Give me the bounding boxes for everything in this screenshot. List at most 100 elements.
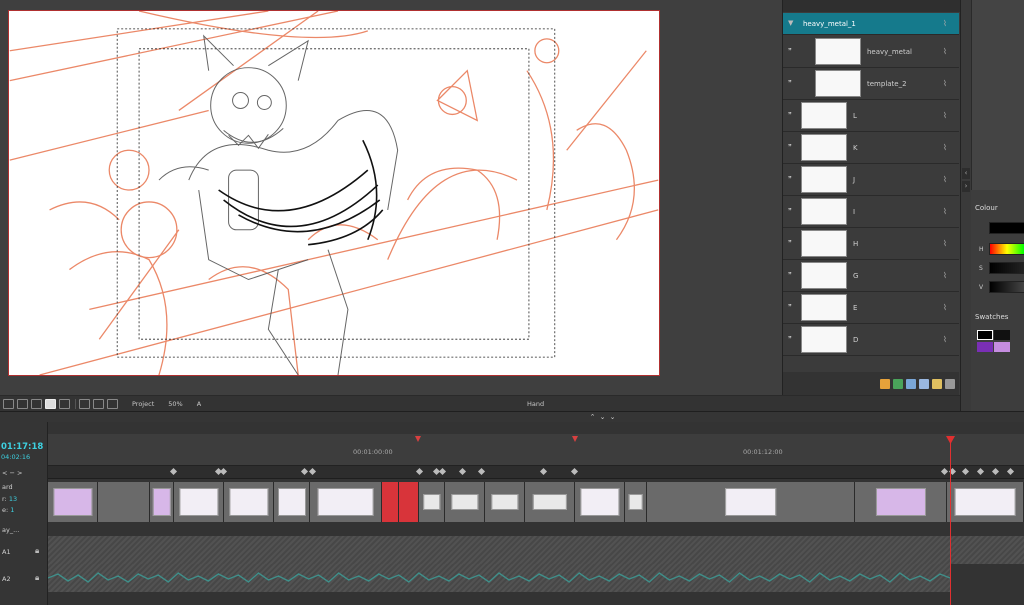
timeline-panel-clip[interactable] (150, 482, 174, 522)
lock-icon[interactable]: ⌇ (943, 239, 951, 248)
keyframe-marker[interactable] (1006, 467, 1015, 476)
audio-track-a2[interactable] (48, 564, 950, 592)
keyframe-marker[interactable] (477, 467, 486, 476)
zoom-dropdown[interactable]: 50% (168, 400, 182, 408)
lock-icon[interactable]: ⌇ (943, 111, 951, 120)
layer-row[interactable]: ❞ template_2 ⌇ (783, 68, 959, 100)
colour-preview[interactable] (989, 222, 1024, 234)
visibility-icon[interactable]: ❞ (788, 175, 797, 184)
visibility-icon[interactable]: ❞ (788, 335, 797, 344)
add-vector-layer-icon[interactable] (880, 378, 890, 389)
lock-icon[interactable]: ⌇ (943, 143, 951, 152)
timeline-panel-clip[interactable] (855, 482, 947, 522)
timeline-panel-clip[interactable] (310, 482, 382, 522)
timeline-panel-clip[interactable] (174, 482, 224, 522)
collapse-down-icon[interactable]: ⌄ (608, 413, 617, 421)
layer-row[interactable]: ❞ J ⌇ (783, 164, 959, 196)
rotation-label[interactable]: A (197, 400, 201, 408)
timeline-panel-clip[interactable] (647, 482, 855, 522)
layer-row[interactable]: ▼ heavy_metal_1 ⌇ (783, 13, 959, 35)
grid-icon[interactable] (17, 398, 28, 409)
saturation-slider[interactable] (989, 262, 1024, 274)
view-mode-dropdown[interactable]: Project (132, 400, 154, 408)
layer-row[interactable]: ❞ heavy_metal ⌇ (783, 36, 959, 68)
drawing-canvas[interactable] (8, 10, 660, 376)
layer-row[interactable]: ❞ I ⌇ (783, 196, 959, 228)
keyframe-marker[interactable] (415, 467, 424, 476)
keyframe-marker[interactable] (940, 467, 949, 476)
lock-icon[interactable]: ⌇ (943, 271, 951, 280)
camera-mask-icon[interactable] (45, 398, 56, 409)
timeline-panel-clip[interactable] (575, 482, 625, 522)
import-icon[interactable] (932, 378, 942, 389)
audio-track-a1[interactable] (48, 536, 1024, 564)
lock-icon[interactable]: ⌇ (943, 175, 951, 184)
lock-icon[interactable]: ⌇ (943, 207, 951, 216)
add-group-icon[interactable] (906, 378, 916, 389)
keyframe-marker[interactable] (300, 467, 309, 476)
visibility-icon[interactable]: ❞ (788, 143, 797, 152)
lock-icon[interactable]: ⌇ (943, 79, 951, 88)
timeline-panel-clip[interactable] (625, 482, 647, 522)
timeline-panel-clip[interactable] (48, 482, 98, 522)
panel-splitter[interactable]: ⌃ ⌄ ⌄ (0, 411, 1024, 422)
timeline-panel-clip[interactable] (525, 482, 575, 522)
timeline-panel-clip[interactable] (485, 482, 525, 522)
lock-icon[interactable]: 🔒︎ (35, 546, 39, 556)
visibility-icon[interactable]: ❞ (788, 303, 797, 312)
visibility-icon[interactable]: ❞ (788, 207, 797, 216)
duplicate-layer-icon[interactable] (919, 378, 929, 389)
keyframe-marker[interactable] (570, 467, 579, 476)
timeline-panel-clip[interactable] (382, 482, 399, 522)
visibility-icon[interactable]: ❞ (788, 79, 797, 88)
collapse-arrow-icon[interactable]: ‹ (962, 168, 970, 179)
timeline-panel-clip[interactable] (947, 482, 1024, 522)
lock-icon[interactable]: 🔒︎ (35, 573, 39, 583)
timeline-panel-clip[interactable] (399, 482, 419, 522)
keyframe-marker[interactable] (458, 467, 467, 476)
light-table-icon[interactable] (93, 398, 104, 409)
layer-row[interactable]: ❞ K ⌇ (783, 132, 959, 164)
swatch-dark[interactable] (994, 330, 1010, 340)
keyframe-marker[interactable] (308, 467, 317, 476)
swatch-purple[interactable] (977, 342, 993, 352)
timeline-panel-clip[interactable] (274, 482, 310, 522)
hue-slider[interactable] (989, 243, 1024, 255)
value-slider[interactable] (989, 281, 1024, 293)
lock-icon[interactable]: ⌇ (943, 335, 951, 344)
keyframe-marker[interactable] (961, 467, 970, 476)
timeline-panel-clip[interactable] (224, 482, 274, 522)
keyframe-marker[interactable] (219, 467, 228, 476)
visibility-icon[interactable]: ▼ (788, 19, 797, 28)
layer-row[interactable]: ❞ D ⌇ (783, 324, 959, 356)
swatch-black[interactable] (977, 330, 993, 340)
track-dropdown[interactable]: ay_... (2, 526, 19, 534)
image-icon[interactable] (59, 398, 70, 409)
layer-row[interactable]: ❞ G ⌇ (783, 260, 959, 292)
keyframe-marker[interactable] (539, 467, 548, 476)
visibility-icon[interactable]: ❞ (788, 111, 797, 120)
collapse-down-icon[interactable]: ⌄ (598, 413, 607, 421)
onion-skin-icon[interactable] (79, 398, 90, 409)
collapse-up-icon[interactable]: ⌃ (588, 413, 597, 421)
layer-row[interactable]: ❞ L ⌇ (783, 100, 959, 132)
lock-icon[interactable]: ⌇ (943, 303, 951, 312)
zoom-controls[interactable]: < − > (2, 469, 22, 477)
keyframe-marker[interactable] (976, 467, 985, 476)
frame-icon[interactable] (31, 398, 42, 409)
timeline-panel-clip[interactable] (98, 482, 150, 522)
visibility-icon[interactable]: ❞ (788, 239, 797, 248)
keyframe-marker[interactable] (169, 467, 178, 476)
safe-area-icon[interactable] (3, 398, 14, 409)
stamp-icon[interactable] (107, 398, 118, 409)
add-bitmap-layer-icon[interactable] (893, 378, 903, 389)
lock-icon[interactable]: ⌇ (943, 19, 951, 28)
timeline-panel-clip[interactable] (445, 482, 485, 522)
visibility-icon[interactable]: ❞ (788, 271, 797, 280)
playhead-line[interactable] (950, 436, 951, 605)
timeline-panel-clip[interactable] (419, 482, 445, 522)
expand-arrow-icon[interactable]: › (962, 181, 970, 192)
time-ruler[interactable]: 00:01:00:00 00:01:12:00 (48, 434, 1024, 466)
lock-icon[interactable]: ⌇ (943, 47, 951, 56)
visibility-icon[interactable]: ❞ (788, 47, 797, 56)
